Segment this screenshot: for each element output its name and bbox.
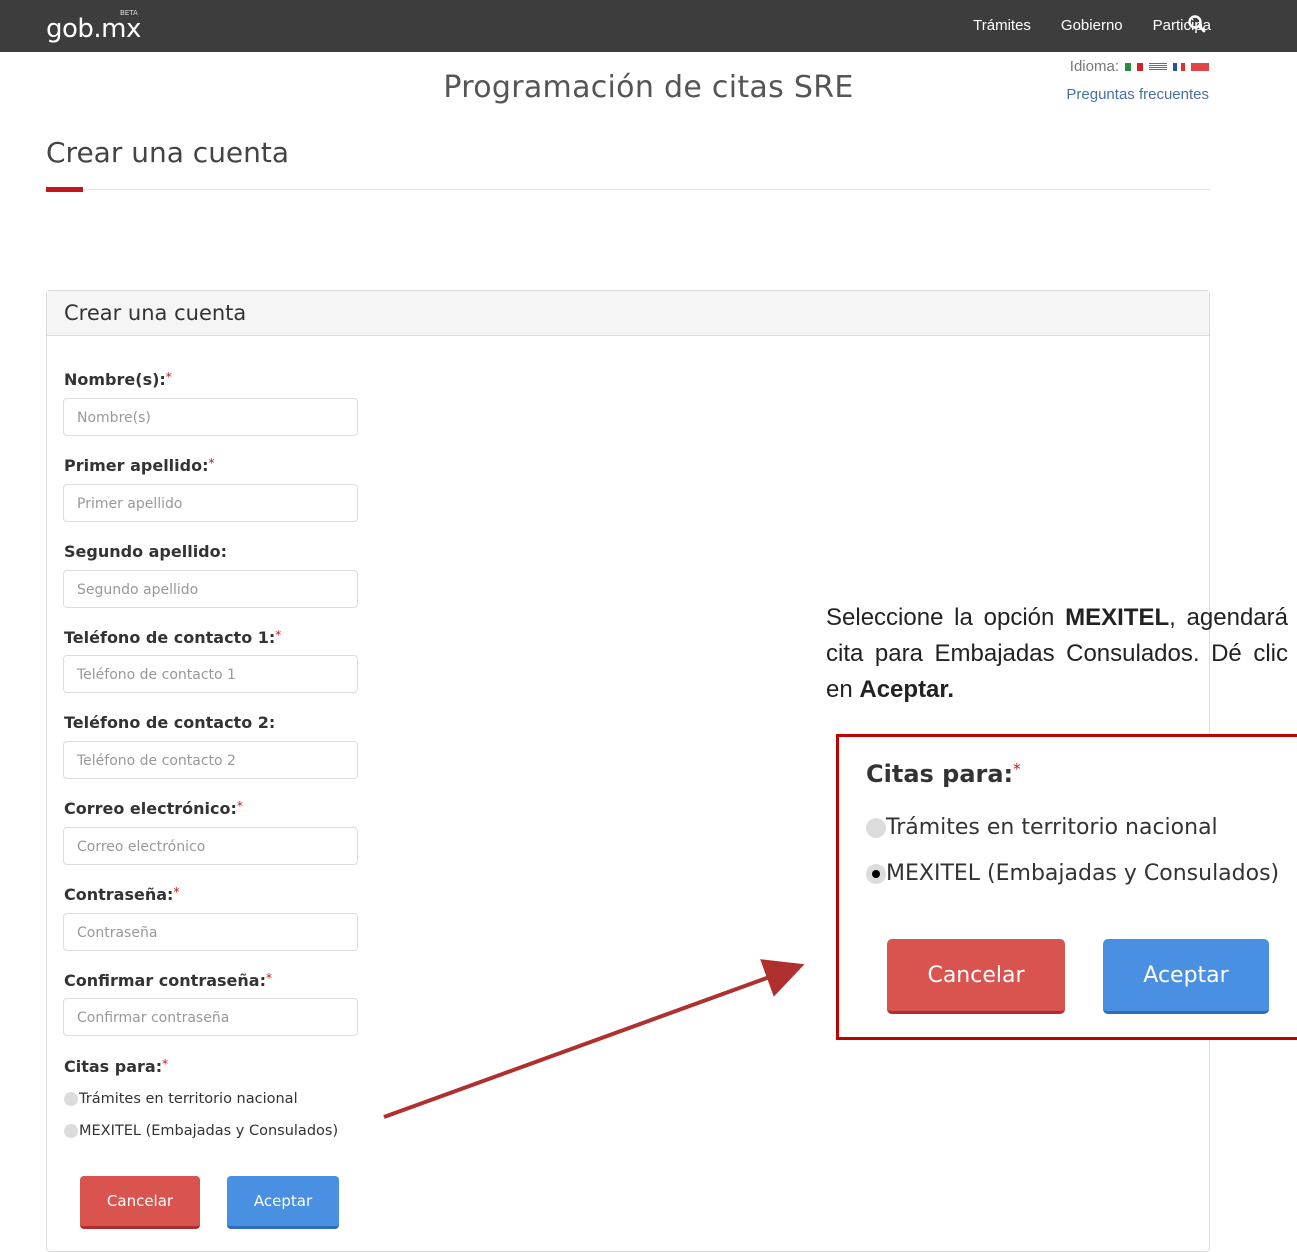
segundo-apellido-input[interactable]: Segundo apellido (63, 570, 358, 608)
zoom-highlight-box: Citas para:* Trámites en territorio naci… (836, 734, 1297, 1040)
panel-heading: Crear una cuenta (47, 291, 1209, 336)
france-flag-icon[interactable] (1173, 62, 1185, 71)
label-primer-apellido: Primer apellido:* (64, 456, 215, 475)
search-icon[interactable] (1187, 14, 1207, 34)
option-mexitel[interactable]: MEXITEL (Embajadas y Consulados) (64, 1123, 338, 1139)
radio-mexitel[interactable] (64, 1124, 78, 1138)
usa-flag-icon[interactable] (1149, 62, 1167, 71)
radio-tramites-nacional[interactable] (64, 1092, 78, 1106)
label-telefono-2: Teléfono de contacto 2: (64, 713, 276, 732)
section-accent-bar (46, 187, 83, 192)
primer-apellido-input[interactable]: Primer apellido (63, 484, 358, 522)
contrasena-input[interactable]: Contraseña (63, 913, 358, 951)
label-correo: Correo electrónico:* (64, 799, 243, 818)
zoom-accept-button[interactable]: Aceptar (1103, 939, 1269, 1014)
section-divider (46, 189, 1210, 190)
label-nombre: Nombre(s):* (64, 370, 172, 389)
option-label: MEXITEL (Embajadas y Consulados) (79, 1123, 339, 1139)
telefono-1-input[interactable]: Teléfono de contacto 1 (63, 655, 358, 693)
gobmx-logo[interactable]: gob.mx BETA (46, 9, 141, 44)
brand-text: gob.mx (46, 14, 141, 44)
nav-link-tramites[interactable]: Trámites (973, 17, 1031, 34)
cancel-button[interactable]: Cancelar (80, 1176, 200, 1229)
correo-input[interactable]: Correo electrónico (63, 827, 358, 865)
label-segundo-apellido: Segundo apellido: (64, 542, 228, 561)
top-nav: Trámites Gobierno Participa (973, 17, 1211, 34)
accept-button[interactable]: Aceptar (227, 1176, 339, 1229)
option-tramites-nacional[interactable]: Trámites en territorio nacional (64, 1091, 298, 1107)
zoom-option-label: Trámites en territorio nacional (886, 815, 1218, 840)
china-flag-icon[interactable] (1191, 62, 1209, 71)
language-label: Idioma: (1069, 58, 1119, 75)
mexico-flag-icon[interactable] (1125, 62, 1143, 71)
zoom-option-mexitel[interactable]: MEXITEL (Embajadas y Consulados) (866, 861, 1279, 886)
zoom-radio-mexitel-selected[interactable] (866, 863, 886, 884)
zoom-option-tramites-nacional[interactable]: Trámites en territorio nacional (866, 815, 1218, 840)
telefono-2-input[interactable]: Teléfono de contacto 2 (63, 741, 358, 779)
beta-badge: BETA (120, 9, 138, 17)
confirmar-contrasena-input[interactable]: Confirmar contraseña (63, 998, 358, 1036)
faq-link[interactable]: Preguntas frecuentes (1066, 86, 1209, 103)
zoom-radio-tramites-nacional[interactable] (866, 817, 886, 838)
zoom-option-label: MEXITEL (Embajadas y Consulados) (886, 861, 1280, 886)
label-contrasena: Contraseña:* (64, 885, 180, 904)
label-confirmar-contrasena: Confirmar contraseña:* (64, 971, 272, 990)
zoom-cancel-button[interactable]: Cancelar (887, 939, 1065, 1014)
option-label: Trámites en territorio nacional (79, 1091, 298, 1107)
nombre-input[interactable]: Nombre(s) (63, 398, 358, 436)
top-navbar: gob.mx BETA Trámites Gobierno Participa (0, 0, 1297, 52)
nav-link-gobierno[interactable]: Gobierno (1061, 17, 1123, 34)
label-telefono-1: Teléfono de contacto 1:* (64, 628, 282, 647)
section-title: Crear una cuenta (46, 136, 290, 169)
language-selector: Idioma: (1070, 58, 1209, 75)
zoom-label-citas-para: Citas para:* (866, 760, 1021, 788)
instruction-text: Seleccione la opción MEXITEL, agendará c… (826, 604, 1288, 703)
label-citas-para: Citas para:* (64, 1057, 169, 1076)
